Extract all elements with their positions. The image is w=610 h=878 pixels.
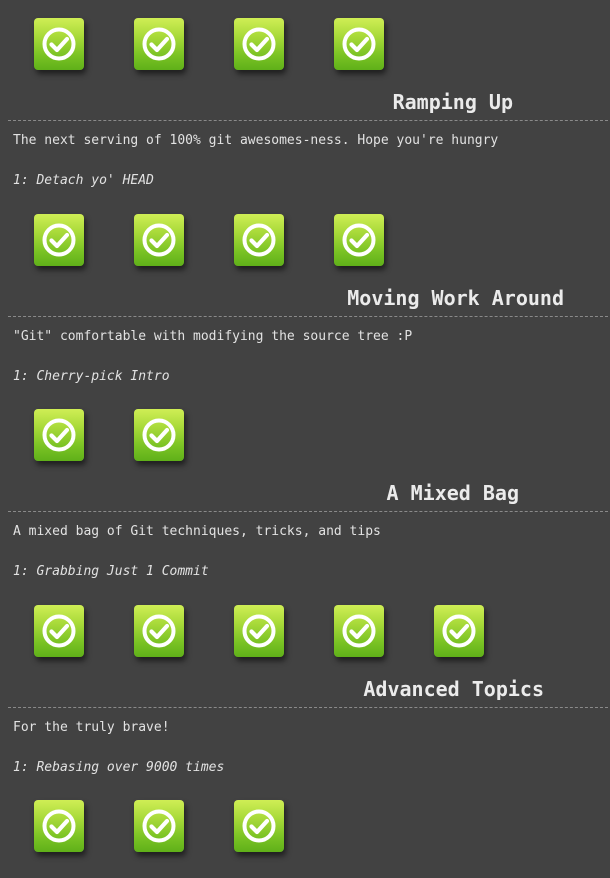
section-title: Moving Work Around [347, 286, 564, 310]
check-circle-icon [142, 223, 176, 257]
level-button[interactable] [134, 18, 184, 70]
check-circle-icon [42, 614, 76, 648]
level-button[interactable] [34, 214, 84, 266]
check-circle-icon [142, 418, 176, 452]
level-button[interactable] [234, 214, 284, 266]
check-circle-icon [342, 614, 376, 648]
check-circle-icon [242, 223, 276, 257]
level-button[interactable] [34, 18, 84, 70]
level-button[interactable] [134, 214, 184, 266]
level-button[interactable] [434, 605, 484, 657]
level-button[interactable] [34, 800, 84, 852]
section-description: "Git" comfortable with modifying the sou… [13, 329, 413, 344]
check-circle-icon [142, 27, 176, 61]
section-description: The next serving of 100% git awesomes-ne… [13, 133, 499, 148]
section-divider [8, 120, 608, 121]
section-divider [8, 511, 608, 512]
level-button[interactable] [34, 605, 84, 657]
level-button[interactable] [134, 800, 184, 852]
level-row [0, 605, 610, 657]
level-row [0, 409, 610, 461]
check-circle-icon [342, 27, 376, 61]
level-row [0, 800, 610, 852]
check-circle-icon [242, 614, 276, 648]
level-row-intro [0, 18, 610, 70]
section-divider [8, 707, 608, 708]
level-button[interactable] [134, 605, 184, 657]
section-description: For the truly brave! [13, 720, 170, 735]
level-name: 1: Rebasing over 9000 times [13, 760, 225, 775]
check-circle-icon [442, 614, 476, 648]
check-circle-icon [142, 809, 176, 843]
level-name: 1: Detach yo' HEAD [13, 173, 154, 188]
check-circle-icon [42, 418, 76, 452]
level-name: 1: Cherry-pick Intro [13, 369, 170, 384]
level-row [0, 214, 610, 266]
check-circle-icon [42, 809, 76, 843]
level-button[interactable] [334, 18, 384, 70]
check-circle-icon [342, 223, 376, 257]
check-circle-icon [242, 27, 276, 61]
level-button[interactable] [134, 409, 184, 461]
level-button[interactable] [34, 409, 84, 461]
check-circle-icon [142, 614, 176, 648]
level-button[interactable] [334, 605, 384, 657]
section-title: Ramping Up [392, 90, 513, 114]
level-name: 1: Grabbing Just 1 Commit [13, 564, 209, 579]
check-circle-icon [42, 223, 76, 257]
level-button[interactable] [234, 800, 284, 852]
section-title: Advanced Topics [363, 677, 544, 701]
level-button[interactable] [234, 18, 284, 70]
level-select-page: Ramping Up The next serving of 100% git … [0, 0, 610, 878]
section-divider [8, 316, 608, 317]
level-button[interactable] [234, 605, 284, 657]
level-button[interactable] [334, 214, 384, 266]
check-circle-icon [242, 809, 276, 843]
check-circle-icon [42, 27, 76, 61]
section-title: A Mixed Bag [386, 481, 519, 505]
section-description: A mixed bag of Git techniques, tricks, a… [13, 524, 381, 539]
